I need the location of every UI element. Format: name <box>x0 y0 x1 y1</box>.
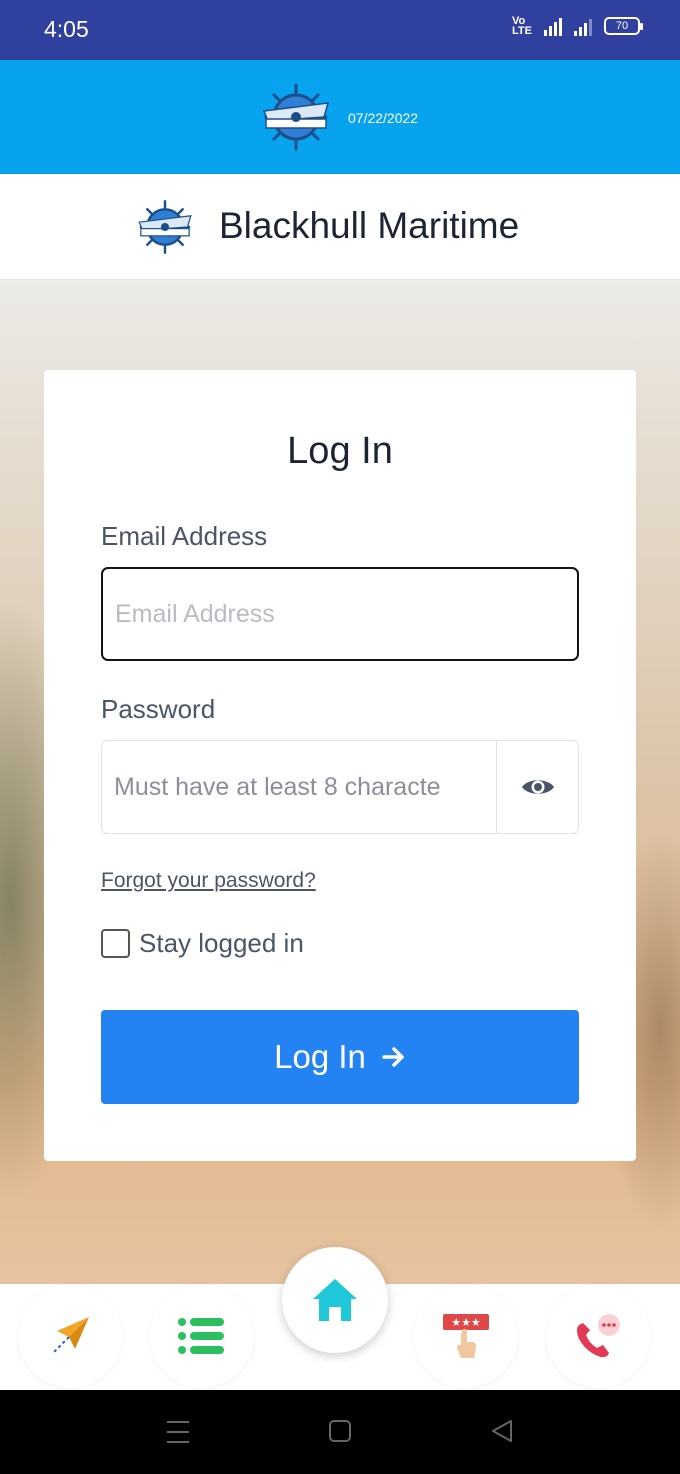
banner-date: 07/22/2022 <box>348 110 419 126</box>
company-logo-icon <box>138 200 192 254</box>
company-logo-icon <box>262 83 330 151</box>
nav-list-button[interactable] <box>150 1284 254 1388</box>
password-label: Password <box>101 694 216 724</box>
recent-apps-icon[interactable] <box>166 1419 190 1445</box>
home-nav-icon[interactable] <box>328 1419 352 1443</box>
back-nav-icon[interactable] <box>490 1419 514 1443</box>
show-password-button[interactable] <box>496 741 578 833</box>
login-button-label: Log In <box>274 1038 366 1075</box>
email-input[interactable] <box>101 567 579 661</box>
battery-icon: 70 <box>604 17 643 35</box>
stay-logged-in-label[interactable]: Stay logged in <box>139 928 304 959</box>
signal-icon <box>574 16 592 36</box>
status-bar: 4:05 Vo LTE 70 <box>0 0 680 60</box>
login-card: Log In Email Address Password Forgot you… <box>44 370 636 1161</box>
title-bar: Blackhull Maritime <box>0 174 680 280</box>
password-field-group <box>101 740 579 834</box>
volte-icon: Vo LTE <box>512 15 532 37</box>
password-input[interactable] <box>102 741 496 833</box>
status-time: 4:05 <box>44 16 89 42</box>
signal-4g-icon <box>544 16 562 36</box>
status-icons: Vo LTE 70 <box>512 15 643 37</box>
battery-level: 70 <box>615 20 629 32</box>
nav-send-button[interactable] <box>18 1284 122 1388</box>
stay-logged-in-checkbox[interactable] <box>101 929 130 958</box>
phone-chat-icon <box>577 1314 620 1358</box>
home-icon <box>313 1279 357 1321</box>
svg-text:★★★: ★★★ <box>451 1316 481 1329</box>
system-nav-bar <box>0 1390 680 1474</box>
nav-home-button[interactable] <box>282 1247 388 1353</box>
paper-plane-icon <box>52 1317 89 1354</box>
top-banner: 07/22/2022 <box>0 60 680 174</box>
login-button[interactable]: Log In <box>101 1010 579 1104</box>
forgot-password-link[interactable]: Forgot your password? <box>101 869 316 893</box>
eye-icon <box>521 780 554 794</box>
app-title: Blackhull Maritime <box>219 205 520 246</box>
nav-rating-button[interactable]: ★★★ <box>414 1284 518 1388</box>
email-label: Email Address <box>101 521 268 551</box>
rating-icon: ★★★ <box>443 1314 489 1358</box>
nav-contact-button[interactable] <box>546 1284 650 1388</box>
arrow-right-icon <box>382 1047 404 1067</box>
stay-logged-in-row: Stay logged in <box>101 928 304 959</box>
login-title: Log In <box>287 430 393 472</box>
list-icon <box>178 1318 224 1354</box>
